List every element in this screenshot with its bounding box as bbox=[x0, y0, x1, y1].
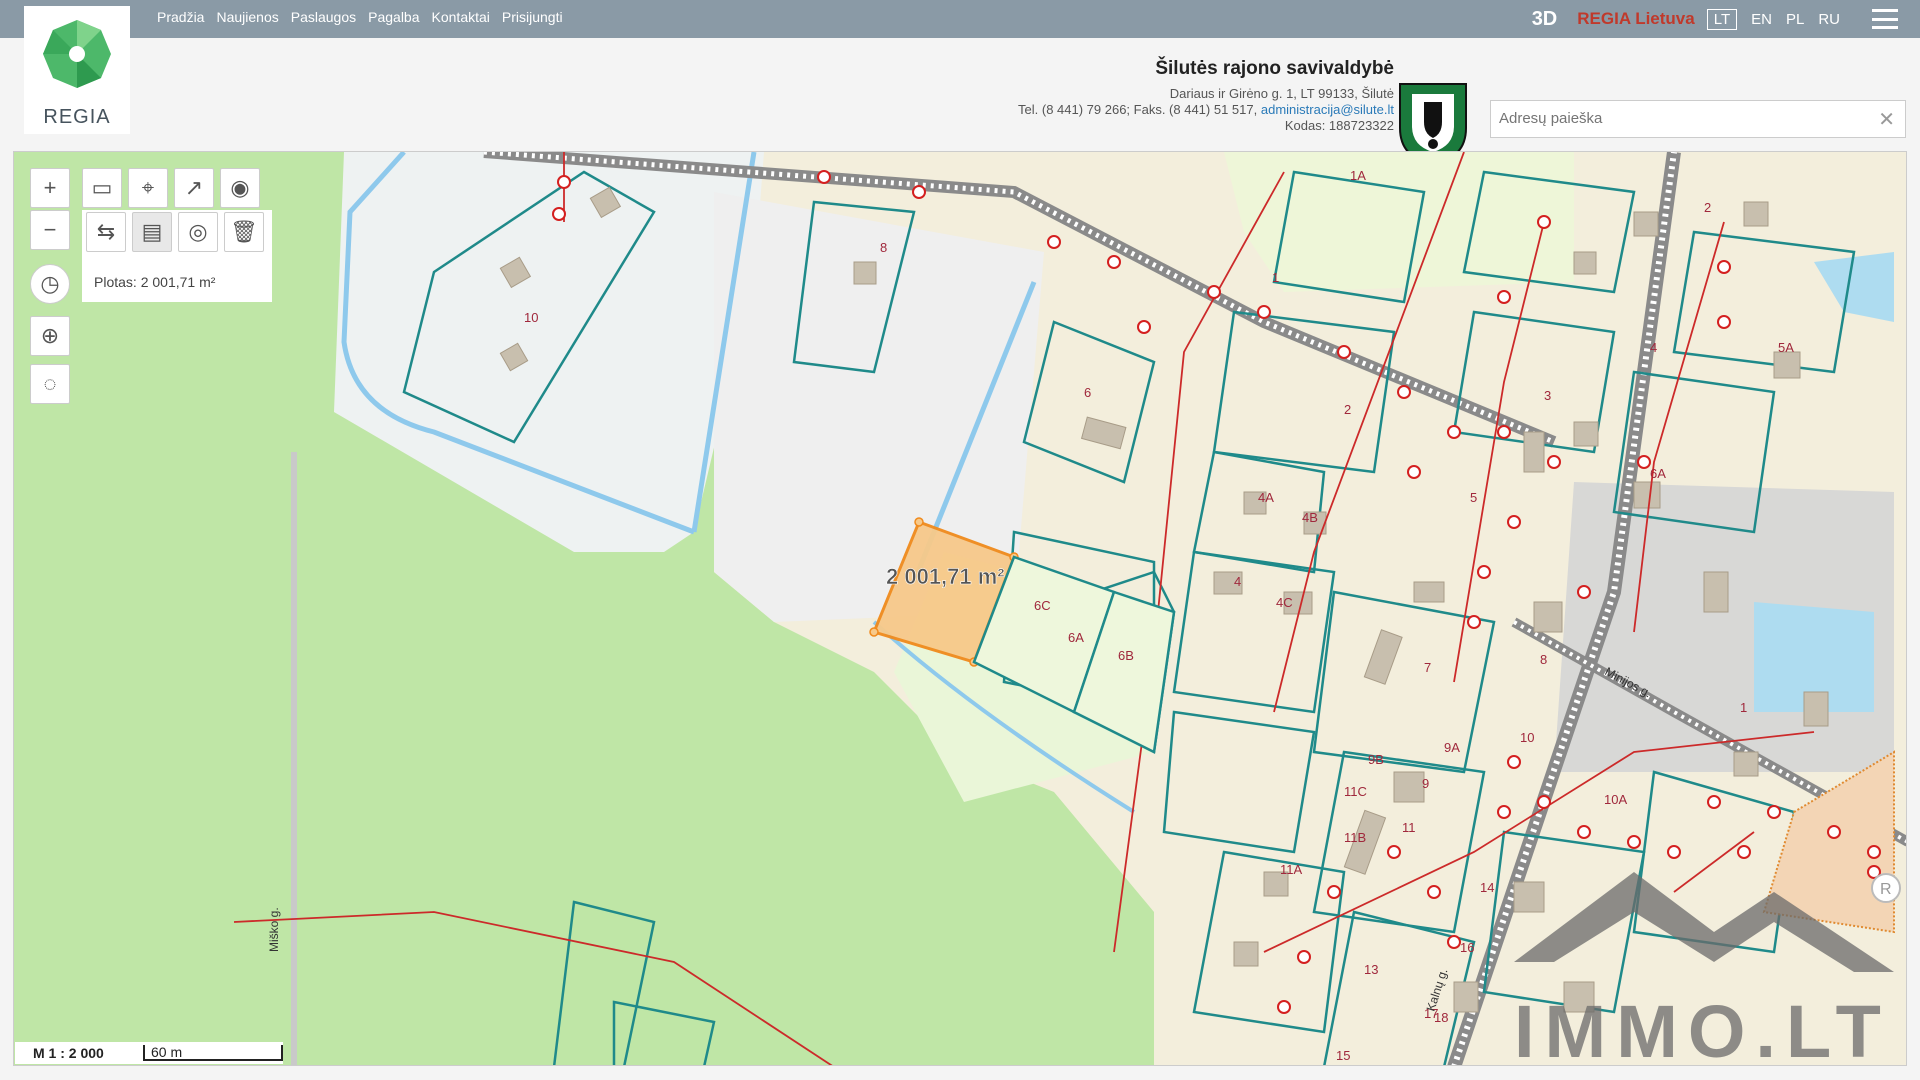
scale-length: 60 m bbox=[143, 1045, 283, 1061]
parcel-label-13: 13 bbox=[1364, 962, 1378, 977]
parcel-label-11: 11 bbox=[1402, 820, 1416, 835]
header: Šilutės rajono savivaldybė Dariaus ir Gi… bbox=[0, 38, 1920, 166]
parcel-label-7: 7 bbox=[1424, 660, 1431, 675]
nav-item-naujienos[interactable]: Naujienos bbox=[216, 9, 278, 25]
parcel-label-4b: 4B bbox=[1302, 510, 1318, 525]
parcel-label-8: 8 bbox=[880, 240, 887, 255]
scale-bar: M 1 : 2 000 60 m bbox=[15, 1042, 283, 1064]
search-input[interactable] bbox=[1491, 101, 1861, 135]
parcel-label-5: 5 bbox=[1470, 490, 1477, 505]
clock-icon[interactable]: ◷ bbox=[30, 264, 70, 304]
lithuania-map-icon[interactable]: ◌ bbox=[30, 364, 70, 404]
hamburger-menu-icon[interactable] bbox=[1872, 9, 1898, 29]
measured-area-label: 2 001,71 m² bbox=[886, 564, 1005, 589]
parcel-label-6b: 6B bbox=[1118, 648, 1134, 663]
area-measure-icon[interactable]: ▤ bbox=[132, 212, 172, 252]
parcel-label-9: 9 bbox=[1422, 776, 1429, 791]
parcel-label-1a: 1A bbox=[1350, 168, 1366, 183]
parcel-label-16: 16 bbox=[1460, 940, 1474, 955]
cadastral-map: 2 001,71 m² 1A 1 10 8 6 6C 6A 6B 5 7 8 4… bbox=[14, 152, 1906, 1066]
municipality-code: Kodas: 188723322 bbox=[1284, 118, 1394, 133]
parcel-label-14: 14 bbox=[1480, 880, 1494, 895]
nav-item-prisijungti[interactable]: Prisijungti bbox=[502, 9, 563, 25]
watermark-text: IMMO.LT bbox=[1514, 990, 1891, 1066]
parcel-label-6a: 6A bbox=[1068, 630, 1084, 645]
nav-item-kontaktai[interactable]: Kontaktai bbox=[432, 9, 490, 25]
parcel-label-11c: 11C bbox=[1344, 784, 1367, 799]
map-canvas[interactable]: 2 001,71 m² 1A 1 10 8 6 6C 6A 6B 5 7 8 4… bbox=[13, 151, 1907, 1066]
clear-search-icon[interactable]: ✕ bbox=[1878, 107, 1895, 132]
lang-en[interactable]: EN bbox=[1751, 11, 1772, 28]
municipality-address: Dariaus ir Girėno g. 1, LT 99133, Šilutė bbox=[1169, 86, 1394, 101]
parcel-label-15: 15 bbox=[1336, 1048, 1350, 1063]
parcel-label-2: 2 bbox=[1344, 402, 1351, 417]
export-tool-icon[interactable]: ↗ bbox=[174, 168, 214, 208]
marker-tool-icon[interactable]: ⌖ bbox=[128, 168, 168, 208]
parcel-label-6: 6 bbox=[1084, 385, 1091, 400]
parcel-label-4: 4 bbox=[1234, 574, 1241, 589]
parcel-label-1: 1 bbox=[1272, 270, 1279, 285]
area-readout: Plotas: 2 001,71 m² bbox=[94, 274, 216, 290]
parcel-label-2b: 2 bbox=[1704, 200, 1711, 215]
parcel-label-4d: 4 bbox=[1650, 340, 1657, 355]
nav-item-pagalba[interactable]: Pagalba bbox=[368, 9, 419, 25]
parcel-label-10a: 10A bbox=[1604, 792, 1627, 807]
address-search[interactable]: ✕ bbox=[1490, 100, 1906, 138]
parcel-label-8b: 8 bbox=[1540, 652, 1547, 667]
parcel-label-1-east: 1 bbox=[1740, 700, 1747, 715]
municipality-info: Šilutės rajono savivaldybė Dariaus ir Gi… bbox=[1018, 58, 1394, 134]
nav-item-paslaugos[interactable]: Paslaugos bbox=[291, 9, 356, 25]
zoom-out-button[interactable]: − bbox=[30, 210, 70, 250]
nav-item-pradzia[interactable]: Pradžia bbox=[157, 9, 204, 25]
municipality-email[interactable]: administracija@silute.lt bbox=[1261, 102, 1394, 117]
regia-logo[interactable]: REGIA bbox=[24, 6, 130, 134]
main-nav: Pradžia Naujienos Paslaugos Pagalba Kont… bbox=[157, 9, 563, 25]
logo-text: REGIA bbox=[43, 106, 111, 128]
brand-link[interactable]: REGIA Lietuva bbox=[1577, 9, 1694, 29]
parcel-label-4c: 4C bbox=[1276, 595, 1293, 610]
target-tool-icon[interactable]: ◉ bbox=[220, 168, 260, 208]
locate-icon[interactable]: ⊕ bbox=[30, 316, 70, 356]
parcel-label-6c: 6C bbox=[1034, 598, 1051, 613]
delete-measure-icon[interactable]: 🗑 bbox=[224, 212, 264, 252]
select-measure-icon[interactable]: ◎ bbox=[178, 212, 218, 252]
parcel-label-3: 3 bbox=[1544, 388, 1551, 403]
municipality-contacts: Tel. (8 441) 79 266; Faks. (8 441) 51 51… bbox=[1018, 102, 1394, 118]
lang-ru[interactable]: RU bbox=[1818, 11, 1840, 28]
scale-ratio: M 1 : 2 000 bbox=[33, 1045, 104, 1061]
municipality-name: Šilutės rajono savivaldybė bbox=[1155, 58, 1394, 79]
top-bar: Pradžia Naujienos Paslaugos Pagalba Kont… bbox=[0, 0, 1920, 38]
parcel-label-6a-east: 6A bbox=[1650, 466, 1666, 481]
regia-logo-icon bbox=[43, 20, 111, 88]
parcel-label-9b: 9B bbox=[1368, 752, 1384, 767]
lang-pl[interactable]: PL bbox=[1786, 11, 1804, 28]
parcel-label-9a: 9A bbox=[1444, 740, 1460, 755]
parcel-label-10b: 10 bbox=[1520, 730, 1534, 745]
zoom-in-button[interactable]: + bbox=[30, 168, 70, 208]
distance-measure-icon[interactable]: ⇆ bbox=[86, 212, 126, 252]
street-label-misko: Miško g. bbox=[267, 907, 281, 952]
top-right-controls: 3D REGIA Lietuva LT EN PL RU bbox=[1532, 0, 1920, 38]
parcel-label-11b: 11B bbox=[1344, 830, 1366, 845]
parcel-label-10: 10 bbox=[524, 310, 538, 325]
parcel-label-11a: 11A bbox=[1280, 862, 1302, 877]
lang-lt[interactable]: LT bbox=[1706, 8, 1738, 30]
rotation-icon-glyph: R bbox=[1880, 881, 1892, 898]
parcel-label-4a: 4A bbox=[1258, 490, 1274, 505]
parcel-label-5a: 5A bbox=[1778, 340, 1794, 355]
3d-button[interactable]: 3D bbox=[1532, 8, 1558, 31]
ruler-tool-icon[interactable]: ▭ bbox=[82, 168, 122, 208]
municipality-phone: Tel. (8 441) 79 266; Faks. (8 441) 51 51… bbox=[1018, 102, 1258, 117]
